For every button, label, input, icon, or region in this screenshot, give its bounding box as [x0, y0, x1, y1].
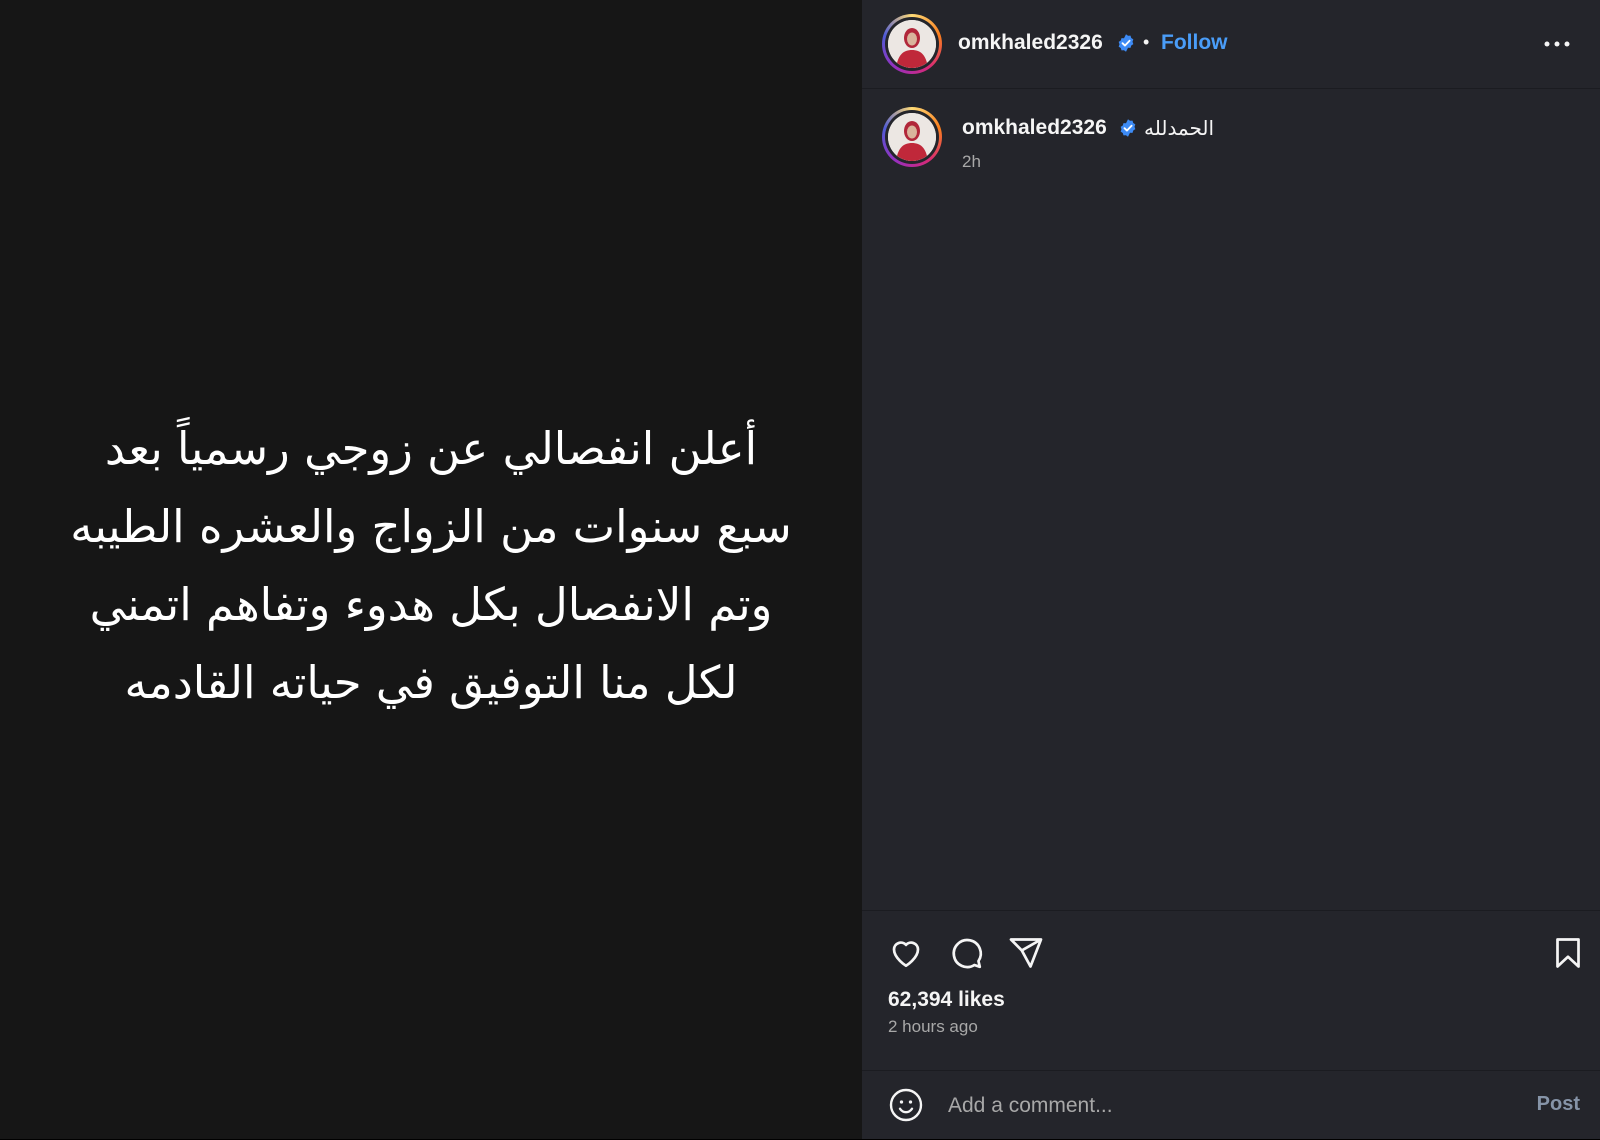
- more-options-icon[interactable]: [1542, 34, 1572, 54]
- comment-bar: Post: [862, 1070, 1600, 1140]
- caption-timestamp[interactable]: 2h: [962, 152, 981, 172]
- header-separator: •: [1143, 32, 1150, 52]
- header-username[interactable]: omkhaled2326: [958, 31, 1103, 55]
- post-comment-button[interactable]: Post: [1537, 1093, 1580, 1116]
- bookmark-icon[interactable]: [1550, 935, 1586, 971]
- post-media: أعلن انفصالي عن زوجي رسمياً بعد سبع سنوا…: [0, 0, 862, 1139]
- likes-count[interactable]: 62,394 likes: [888, 988, 1005, 1012]
- avatar-image: [888, 20, 936, 68]
- header-avatar[interactable]: [882, 14, 942, 74]
- avatar-image: [888, 113, 936, 161]
- caption-avatar[interactable]: [882, 107, 942, 167]
- comment-input[interactable]: [946, 1085, 1490, 1127]
- post-media-line-1: أعلن انفصالي عن زوجي رسمياً بعد: [104, 422, 758, 475]
- post-media-line-2: سبع سنوات من الزواج والعشره الطيبه: [70, 500, 792, 553]
- post-header: omkhaled2326 • Follow: [862, 0, 1600, 89]
- share-icon[interactable]: [1008, 935, 1044, 971]
- post-media-text: أعلن انفصالي عن زوجي رسمياً بعد سبع سنوا…: [40, 410, 822, 722]
- posted-time: 2 hours ago: [888, 1017, 978, 1036]
- follow-button[interactable]: Follow: [1161, 31, 1228, 55]
- post-side-panel: omkhaled2326 • Follow omkhaled2326 الحمد…: [862, 0, 1600, 1139]
- verified-badge-icon: [1120, 119, 1136, 137]
- caption-username[interactable]: omkhaled2326: [962, 116, 1107, 140]
- post-media-line-4: لكل منا التوفيق في حياته القادمه: [124, 656, 738, 709]
- heart-icon[interactable]: [888, 935, 924, 971]
- verified-badge-icon: [1118, 34, 1134, 52]
- actions-area: 62,394 likes 2 hours ago: [862, 910, 1600, 1071]
- post-media-line-3: وتم الانفصال بكل هدوء وتفاهم اتمني: [89, 578, 773, 631]
- comment-icon[interactable]: [948, 935, 984, 971]
- caption-text: الحمدلله: [1144, 116, 1215, 140]
- emoji-icon[interactable]: [888, 1087, 924, 1123]
